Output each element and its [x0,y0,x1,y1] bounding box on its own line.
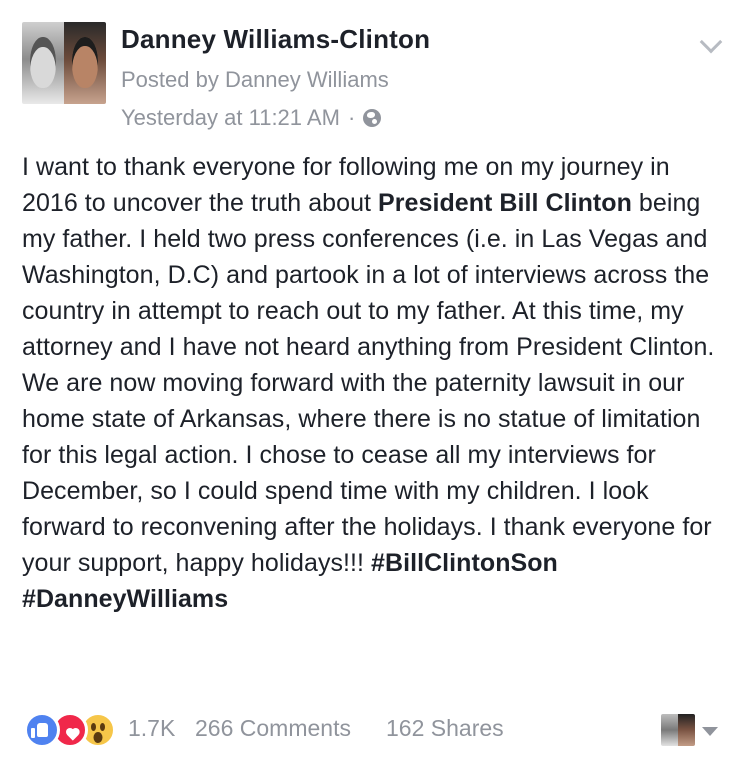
shares-link[interactable]: 162 Shares [386,715,504,742]
chevron-down-icon[interactable] [702,727,718,736]
post-text-2: being my father. I held two press confer… [22,189,715,577]
hashtag-link[interactable]: #BillClintonSon [371,549,558,577]
post-body: I want to thank everyone for following m… [22,149,727,617]
viewer-avatar[interactable] [661,714,695,746]
reactions[interactable] [24,710,124,748]
like-icon [24,712,60,748]
post-footer: 1.7K 266 Comments 162 Shares [0,706,746,752]
posted-by: Posted by Danney Williams [121,67,389,92]
post-header: Danney Williams-Clinton Posted by Danney… [0,0,746,140]
comments-link[interactable]: 266 Comments [195,715,351,742]
timestamp[interactable]: Yesterday at 11:21 AM [121,105,340,131]
post-meta: Yesterday at 11:21 AM · [121,105,382,131]
chevron-down-icon[interactable] [699,30,723,54]
author-name[interactable]: Danney Williams-Clinton [121,24,430,55]
profile-avatar[interactable] [22,22,106,104]
separator-dot: · [347,105,356,130]
reaction-count[interactable]: 1.7K [128,715,175,742]
hashtag-link[interactable]: #DanneyWilliams [22,585,228,613]
globe-icon[interactable] [363,109,382,127]
post-text-bold: President Bill Clinton [378,189,632,217]
